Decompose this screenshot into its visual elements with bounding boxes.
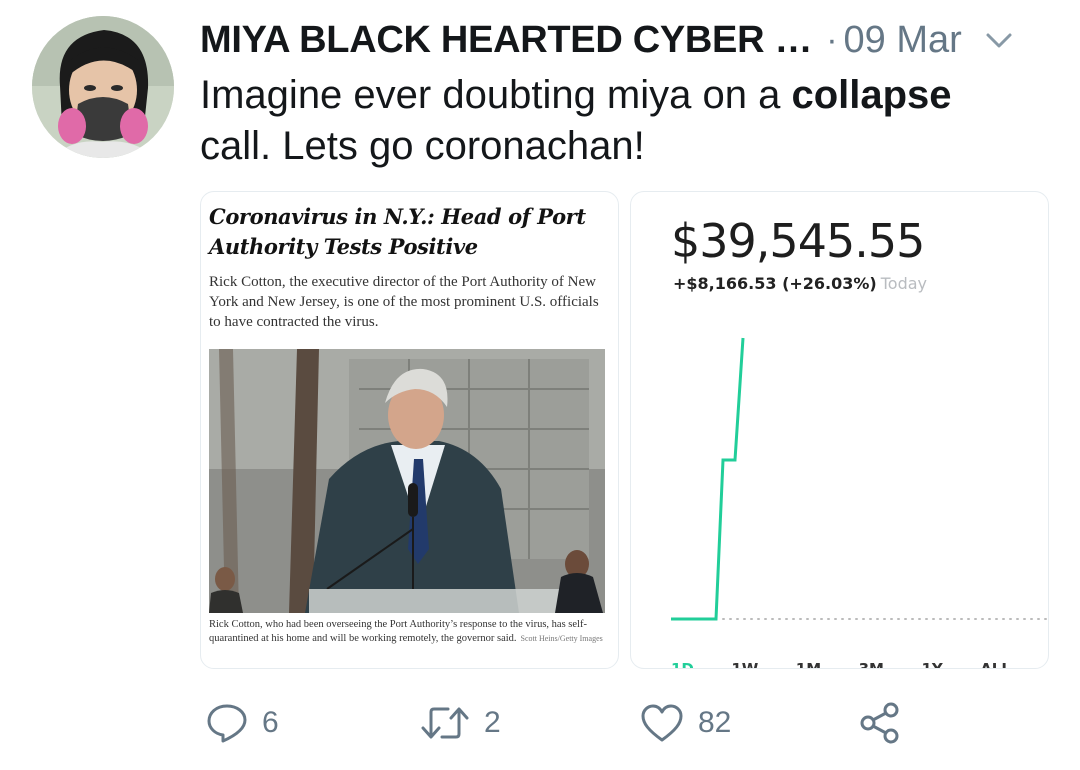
retweet-count: 2 [484, 706, 501, 739]
chart-series-line [671, 337, 745, 621]
news-summary: Rick Cotton, the executive director of t… [209, 274, 599, 330]
news-photo-credit: Scott Heins/Getty Images [520, 634, 603, 643]
range-tab-1m[interactable]: 1M [796, 654, 821, 668]
news-photo [209, 349, 605, 613]
stock-change: +$8,166.53 (+26.03%) Today [673, 274, 927, 293]
retweet-icon [420, 702, 470, 744]
tweet-text-part1: Imagine ever doubting miya on a [200, 73, 792, 117]
tweet-text-bold: collapse [791, 73, 952, 117]
share-button[interactable] [858, 695, 902, 751]
author-name[interactable]: MIYA BLACK HEARTED CYBER … [200, 19, 813, 62]
range-tab-1d[interactable]: 1D [671, 654, 694, 668]
author-avatar[interactable] [32, 16, 174, 158]
share-icon [858, 701, 902, 745]
range-tab-3m[interactable]: 3M [859, 654, 884, 668]
tweet-actions: 6 2 82 [0, 695, 1080, 751]
range-selector: 1D 1W 1M 3M 1Y ALL [671, 654, 1011, 668]
tweet-text-part2: call. Lets go coronachan! [200, 124, 645, 168]
stock-card[interactable]: $39,545.55 +$8,166.53 (+26.03%)Today 1D1… [630, 191, 1049, 669]
news-card[interactable]: Coronavirus in N.Y.: Head of Port Author… [200, 191, 619, 669]
avatar-image [32, 16, 174, 158]
tweet-text: Imagine ever doubting miya on a collapse… [200, 70, 1030, 172]
stock-change-value: +$8,166.53 (+26.03%) [673, 274, 877, 293]
tweet-header: MIYA BLACK HEARTED CYBER … · 09 Mar [200, 16, 1060, 64]
reply-count: 6 [262, 706, 279, 739]
stock-chart [671, 337, 1048, 621]
stock-period-label: Today [880, 274, 928, 293]
range-tab-1w[interactable]: 1W [731, 654, 758, 668]
tweet-date[interactable]: 09 Mar [844, 19, 962, 62]
stock-price: $39,545.55 [671, 214, 925, 268]
like-count: 82 [698, 706, 732, 739]
retweet-button[interactable]: 2 [420, 695, 501, 751]
heart-icon [640, 702, 684, 744]
news-caption: Rick Cotton, who had been overseeing the… [209, 618, 604, 646]
reply-icon [206, 702, 248, 744]
news-headline: Coronavirus in N.Y.: Head of Port Author… [209, 204, 586, 259]
reply-button[interactable]: 6 [206, 695, 279, 751]
separator-dot: · [826, 20, 838, 59]
range-tab-1y[interactable]: 1Y [921, 654, 942, 668]
range-tab-all[interactable]: ALL [980, 654, 1011, 668]
chevron-down-icon[interactable] [984, 25, 1014, 55]
like-button[interactable]: 82 [640, 695, 731, 751]
